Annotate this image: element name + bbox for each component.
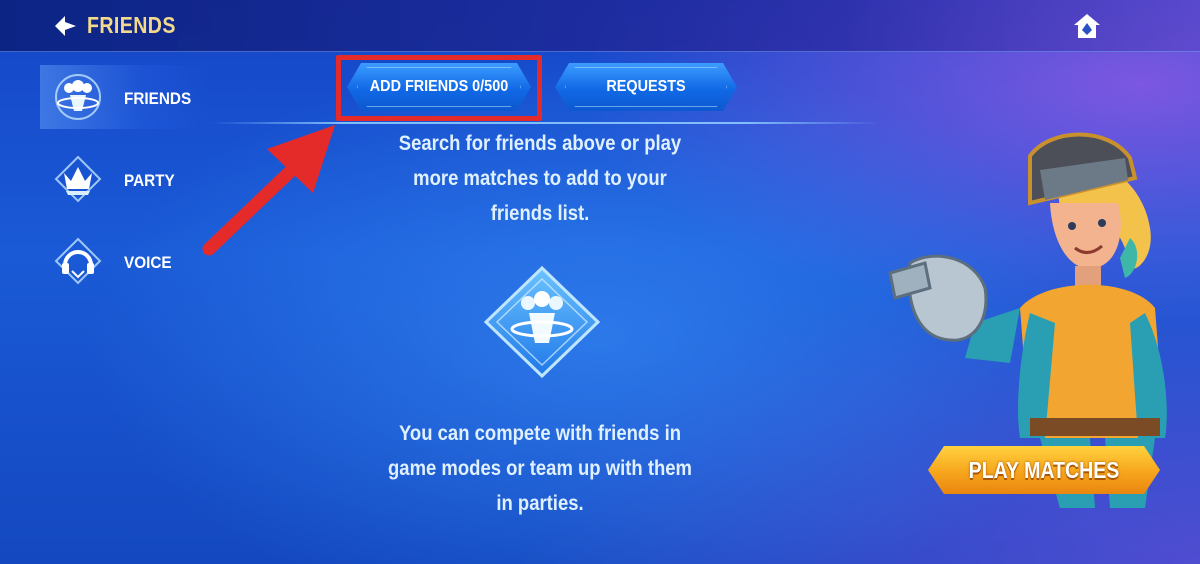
home-button[interactable]	[1072, 12, 1102, 40]
play-matches-label: PLAY MATCHES	[968, 457, 1120, 483]
top-bar: FRIENDS	[0, 0, 1200, 52]
friends-icon	[55, 74, 101, 120]
sidebar-item-voice[interactable]: VOICE	[40, 229, 210, 293]
play-matches-button[interactable]: PLAY MATCHES	[928, 446, 1160, 494]
requests-label: REQUESTS	[606, 78, 686, 95]
headset-icon	[54, 237, 102, 285]
crown-icon	[54, 155, 102, 203]
back-arrow-icon	[55, 16, 76, 36]
sidebar-item-label: FRIENDS	[124, 89, 192, 108]
sidebar-item-party[interactable]: PARTY	[40, 147, 210, 211]
sidebar-item-label: PARTY	[124, 171, 175, 190]
home-icon	[1074, 14, 1100, 38]
empty-state-message: Search for friends above or play more ma…	[398, 132, 682, 225]
sidebar-item-label: VOICE	[124, 253, 172, 272]
sidebar-item-friends[interactable]: FRIENDS	[40, 65, 210, 129]
info-message: You can compete with friends in game mod…	[388, 422, 692, 515]
back-button[interactable]	[52, 14, 78, 38]
annotation-highlight-box	[336, 55, 542, 121]
page-title: FRIENDS	[87, 12, 176, 38]
requests-tab[interactable]: REQUESTS	[555, 63, 737, 111]
annotation-arrow-icon	[202, 125, 335, 256]
friends-emblem-icon	[483, 265, 601, 379]
